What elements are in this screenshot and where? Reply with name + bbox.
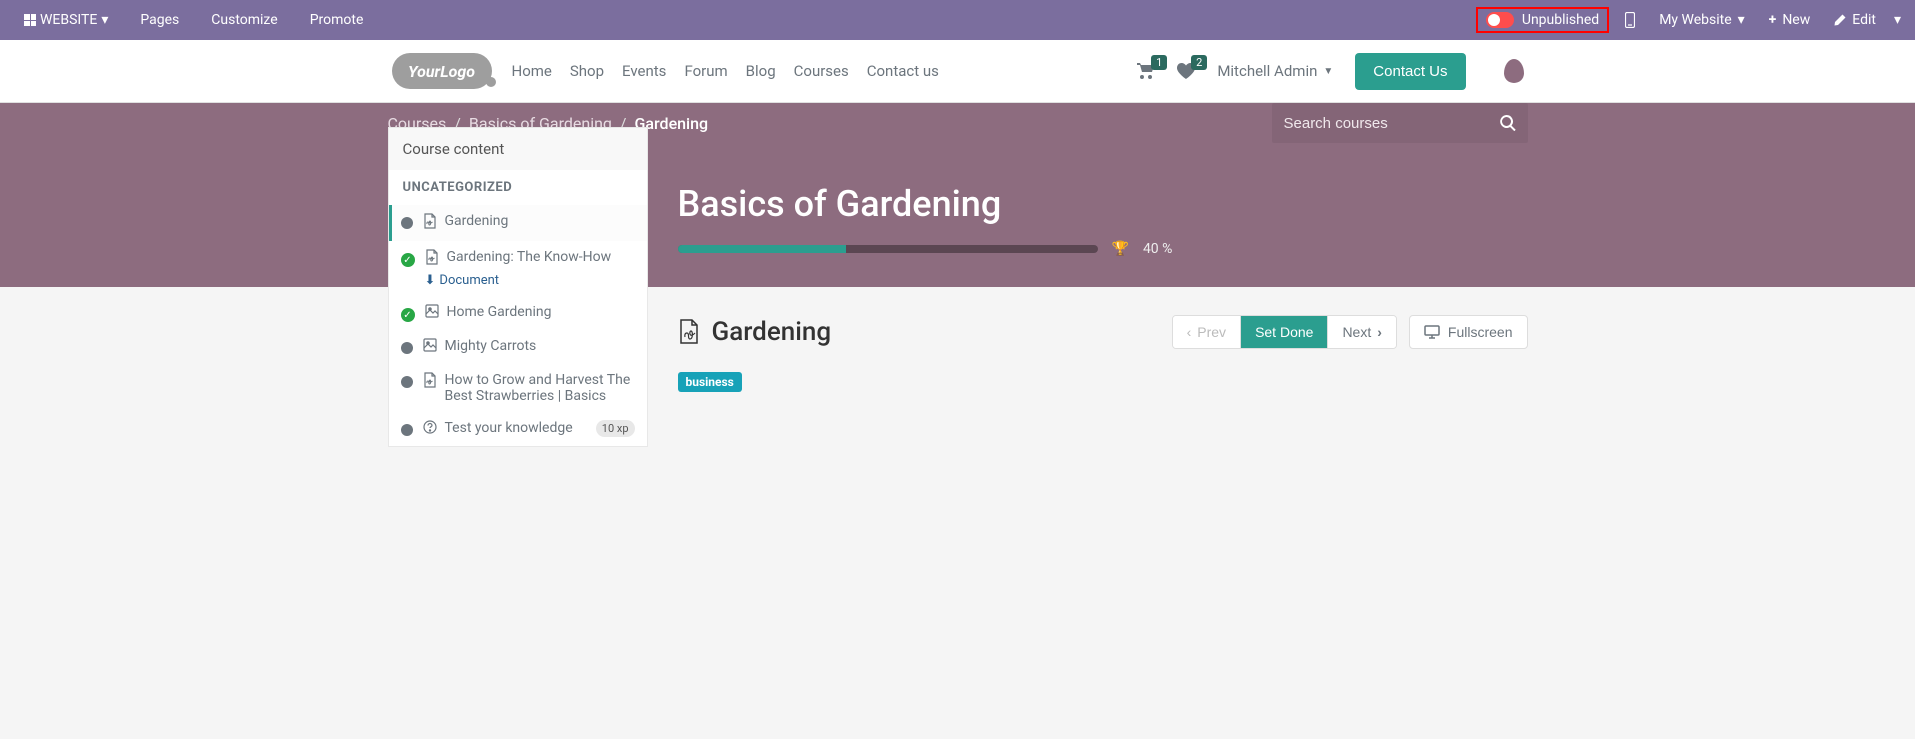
xp-badge: 10 xp <box>596 420 635 437</box>
sidebar-item[interactable]: How to Grow and Harvest The Best Strawbe… <box>389 364 647 412</box>
chevron-left-icon: ‹ <box>1187 324 1192 340</box>
caret-down-icon: ▾ <box>1894 12 1901 28</box>
more-menu[interactable]: ▾ <box>1888 0 1907 40</box>
sidebar-item-label: Home Gardening <box>447 304 552 320</box>
trophy-icon: 🏆 <box>1112 241 1129 257</box>
admin-bar: WEBSITE ▾ Pages Customize Promote Unpubl… <box>0 0 1915 40</box>
sidebar-item-label: Gardening <box>445 213 509 229</box>
item-type-icon <box>423 213 437 233</box>
cart-button[interactable]: 1 <box>1137 63 1155 79</box>
tag-business[interactable]: business <box>678 372 742 392</box>
sidebar-item[interactable]: Mighty Carrots <box>389 330 647 364</box>
lesson-title: Gardening <box>678 317 832 347</box>
status-dot-icon <box>401 424 413 436</box>
paint-drop-icon[interactable] <box>1504 59 1524 83</box>
edit-button[interactable]: Edit <box>1822 0 1888 40</box>
item-type-icon <box>425 304 439 322</box>
website-menu[interactable]: WEBSITE ▾ <box>8 12 124 28</box>
sidebar-header: Course content <box>389 128 647 170</box>
sidebar-category: UNCATEGORIZED <box>389 170 647 205</box>
progress-percent: 40 % <box>1143 241 1172 257</box>
nav-button-group: ‹ Prev Set Done Next › <box>1172 315 1397 349</box>
publish-toggle[interactable]: Unpublished <box>1476 7 1609 33</box>
search-icon[interactable] <box>1500 115 1516 131</box>
new-button[interactable]: + New <box>1757 0 1823 40</box>
nav-links: Home Shop Events Forum Blog Courses Cont… <box>512 62 939 80</box>
pencil-icon <box>1834 14 1846 26</box>
plus-icon: + <box>1769 12 1777 28</box>
search-input[interactable] <box>1284 115 1500 132</box>
customize-link[interactable]: Customize <box>195 12 293 28</box>
sidebar-item-label: Test your knowledge <box>445 420 573 436</box>
promote-link[interactable]: Promote <box>294 12 380 28</box>
sidebar-item[interactable]: ✓ Home Gardening <box>389 296 647 330</box>
website-label: WEBSITE <box>40 12 97 28</box>
wishlist-count: 2 <box>1191 55 1207 70</box>
caret-down-icon: ▾ <box>1738 12 1745 28</box>
main-content: Gardening ‹ Prev Set Done Next › Ful <box>648 287 1528 392</box>
toggle-switch-icon <box>1486 12 1514 28</box>
user-menu[interactable]: Mitchell Admin ▼ <box>1217 62 1333 80</box>
pages-link[interactable]: Pages <box>124 12 195 28</box>
user-label: Mitchell Admin <box>1217 62 1317 80</box>
logo[interactable]: YourLogo <box>392 53 492 89</box>
hero-section: Courses / Basics of Gardening / Gardenin… <box>0 103 1915 287</box>
nav-courses[interactable]: Courses <box>794 62 849 80</box>
item-type-icon <box>423 372 437 392</box>
download-icon: ⬇ <box>425 273 436 288</box>
fullscreen-button[interactable]: Fullscreen <box>1409 315 1528 349</box>
nav-home[interactable]: Home <box>512 62 552 80</box>
item-type-icon <box>423 420 437 438</box>
status-check-icon: ✓ <box>401 308 415 322</box>
course-sidebar: Course content UNCATEGORIZED Gardening ✓ G… <box>388 127 648 447</box>
status-dot-icon <box>401 342 413 354</box>
sidebar-item-label: How to Grow and Harvest The Best Strawbe… <box>445 372 635 404</box>
content-wrap: Course content UNCATEGORIZED Gardening✓G… <box>388 287 1528 447</box>
caret-down-icon: ▾ <box>101 12 108 28</box>
mobile-preview[interactable] <box>1613 0 1647 40</box>
document-link[interactable]: ⬇Document <box>425 273 635 288</box>
nav-blog[interactable]: Blog <box>746 62 776 80</box>
sidebar-item[interactable]: Gardening <box>389 205 647 241</box>
sidebar-item[interactable]: Test your knowledge 10 xp <box>389 412 647 446</box>
main-nav: YourLogo Home Shop Events Forum Blog Cou… <box>0 40 1915 103</box>
prev-button[interactable]: ‹ Prev <box>1173 316 1241 348</box>
publish-label: Unpublished <box>1522 12 1599 28</box>
status-dot-icon <box>401 376 413 388</box>
progress-row: 🏆 40 % <box>678 241 1528 257</box>
mobile-icon <box>1625 12 1635 28</box>
search-wrap <box>1272 103 1528 143</box>
item-type-icon <box>423 338 437 356</box>
sidebar-item-label: Gardening: The Know-How <box>447 249 612 265</box>
status-check-icon: ✓ <box>401 253 415 267</box>
cart-count: 1 <box>1151 55 1167 70</box>
my-website-menu[interactable]: My Website ▾ <box>1647 0 1756 40</box>
sidebar-item[interactable]: ✓ Gardening: The Know-How ⬇Document <box>389 241 647 296</box>
caret-down-icon: ▼ <box>1323 66 1333 77</box>
nav-contact[interactable]: Contact us <box>867 62 939 80</box>
chevron-right-icon: › <box>1377 324 1382 340</box>
wishlist-button[interactable]: 2 <box>1177 63 1195 79</box>
desktop-icon <box>1424 325 1440 339</box>
next-button[interactable]: Next › <box>1328 316 1395 348</box>
progress-bar <box>678 245 1098 253</box>
grid-icon <box>24 14 36 26</box>
nav-shop[interactable]: Shop <box>570 62 604 80</box>
pdf-icon <box>678 319 700 345</box>
nav-events[interactable]: Events <box>622 62 666 80</box>
item-type-icon <box>425 249 439 269</box>
contact-us-button[interactable]: Contact Us <box>1355 53 1465 90</box>
course-title: Basics of Gardening <box>678 183 1528 225</box>
nav-forum[interactable]: Forum <box>684 62 727 80</box>
set-done-button[interactable]: Set Done <box>1241 316 1328 348</box>
status-dot-icon <box>401 217 413 229</box>
sidebar-item-label: Mighty Carrots <box>445 338 537 354</box>
